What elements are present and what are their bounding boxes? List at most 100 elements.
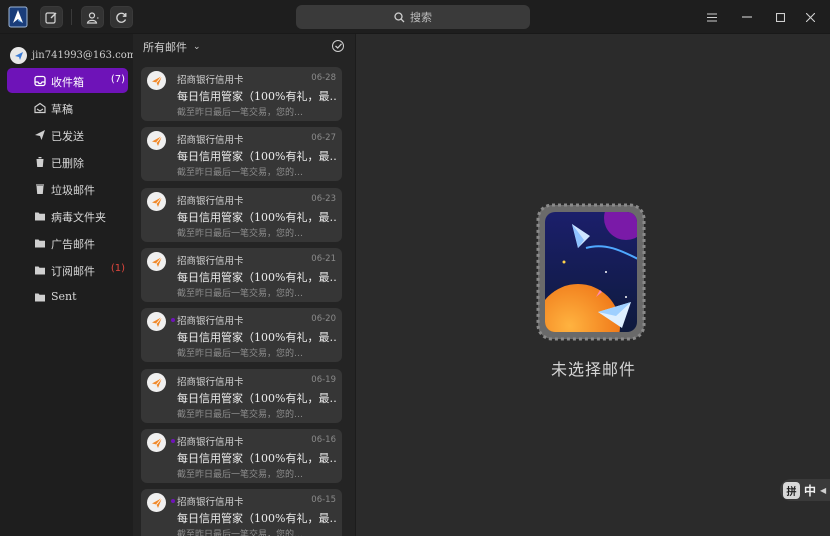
message-preview: 截至昨日最后一笔交易，您的… [177, 168, 304, 178]
message-subject: 每日信用管家（100%有礼，最… [177, 90, 337, 103]
sidebar-item-5[interactable]: 病毒文件夹 [7, 203, 128, 228]
paper-plane-icon [151, 256, 162, 267]
message-subject: 每日信用管家（100%有礼，最… [177, 392, 337, 405]
message-date: 06-15 [311, 495, 336, 505]
folder-label: 已发送 [51, 130, 84, 143]
search-icon [394, 11, 405, 22]
message-subject: 每日信用管家（100%有礼，最… [177, 211, 337, 224]
message-date: 06-23 [311, 194, 336, 204]
account-email: jin741993@163.com [32, 50, 137, 61]
paper-plane-icon [151, 196, 162, 207]
unread-dot [171, 318, 175, 322]
mail-filter-dropdown[interactable]: 所有邮件 ⌄ [143, 39, 201, 55]
sidebar-item-6[interactable]: 广告邮件 [7, 230, 128, 255]
message-sender: 招商银行信用卡 [177, 437, 244, 448]
list-item[interactable]: 招商银行信用卡 06-23 每日信用管家（100%有礼，最… 截至昨日最后一笔交易，您… [141, 188, 342, 242]
maximize-button[interactable] [772, 9, 788, 25]
message-sender: 招商银行信用卡 [177, 377, 244, 388]
app-logo-icon [8, 6, 28, 28]
sender-avatar [147, 131, 166, 150]
top-toolbar: 搜索 [0, 0, 830, 34]
message-date: 06-28 [311, 73, 336, 83]
sidebar-item-3[interactable]: 已删除 [7, 149, 128, 174]
paper-plane-icon [151, 497, 162, 508]
contacts-button[interactable] [81, 6, 104, 28]
close-button[interactable] [802, 9, 818, 25]
folder-label: 草稿 [51, 103, 73, 116]
sidebar-item-7[interactable]: 订阅邮件 (1) [7, 257, 128, 282]
message-preview: 截至昨日最后一笔交易，您的… [177, 108, 304, 118]
no-mail-selected-text: 未选择邮件 [550, 360, 636, 379]
unread-count-badge: (1) [110, 263, 125, 274]
list-item[interactable]: 招商银行信用卡 06-15 每日信用管家（100%有礼，最… 截至昨日最后一笔交易，您… [141, 489, 342, 536]
mail-filter-label: 所有邮件 [143, 41, 187, 54]
folder-icon [33, 290, 46, 303]
send-icon [33, 128, 46, 141]
message-sender: 招商银行信用卡 [177, 316, 244, 327]
list-item[interactable]: 招商银行信用卡 06-21 每日信用管家（100%有礼，最… 截至昨日最后一笔交易，您… [141, 248, 342, 302]
message-preview: 截至昨日最后一笔交易，您的… [177, 530, 304, 536]
message-date: 06-19 [311, 375, 336, 385]
folder-icon [33, 263, 46, 276]
check-icon [334, 43, 342, 49]
account-switcher[interactable]: jin741993@163.com ⌄ [10, 47, 149, 64]
folder-label: 订阅邮件 [51, 265, 95, 278]
compose-button[interactable] [40, 6, 63, 28]
sidebar-item-0[interactable]: 收件箱 (7) [7, 68, 128, 93]
chevron-left-icon: ◀ [820, 485, 827, 495]
message-sender: 招商银行信用卡 [177, 135, 244, 146]
ime-indicator[interactable]: 拼 中 ◀ [780, 479, 830, 501]
send-icon [14, 51, 23, 60]
list-item[interactable]: 招商银行信用卡 06-28 每日信用管家（100%有礼，最… 截至昨日最后一笔交易，您… [141, 67, 342, 121]
message-sender: 招商银行信用卡 [177, 196, 244, 207]
menu-button[interactable] [704, 9, 720, 25]
folder-label: 垃圾邮件 [51, 184, 95, 197]
message-list: 所有邮件 ⌄ 招商银行信用卡 06-28 每日信用管家（100%有礼，最… 截至昨日最… [133, 34, 355, 536]
unread-dot [171, 439, 175, 443]
message-subject: 每日信用管家（100%有礼，最… [177, 331, 337, 344]
paper-plane-icon [151, 75, 162, 86]
list-item[interactable]: 招商银行信用卡 06-19 每日信用管家（100%有礼，最… 截至昨日最后一笔交易，您… [141, 369, 342, 423]
folder-label: 广告邮件 [51, 238, 95, 251]
maximize-icon [775, 12, 785, 22]
select-all-button[interactable] [332, 40, 344, 52]
minimize-button[interactable] [739, 9, 755, 25]
account-avatar [10, 47, 27, 64]
message-subject: 每日信用管家（100%有礼，最… [177, 150, 337, 163]
list-item[interactable]: 招商银行信用卡 06-16 每日信用管家（100%有礼，最… 截至昨日最后一笔交易，您… [141, 429, 342, 483]
message-preview: 截至昨日最后一笔交易，您的… [177, 349, 304, 359]
search-box[interactable]: 搜索 [296, 5, 530, 29]
sender-avatar [147, 71, 166, 90]
no-mail-stamp-illustration [536, 202, 646, 342]
sidebar-item-1[interactable]: 草稿 [7, 95, 128, 120]
refresh-button[interactable] [110, 6, 133, 28]
message-preview: 截至昨日最后一笔交易，您的… [177, 470, 304, 480]
contacts-icon [86, 11, 99, 24]
sidebar-item-4[interactable]: 垃圾邮件 [7, 176, 128, 201]
message-sender: 招商银行信用卡 [177, 75, 244, 86]
folder-label: 收件箱 [51, 76, 84, 89]
search-placeholder: 搜索 [410, 11, 432, 24]
message-preview: 截至昨日最后一笔交易，您的… [177, 410, 304, 420]
hamburger-icon [707, 12, 717, 22]
sender-avatar [147, 312, 166, 331]
spam-icon [33, 182, 46, 195]
folder-label: 已删除 [51, 157, 84, 170]
chevron-down-icon: ⌄ [193, 42, 201, 52]
close-icon [805, 12, 815, 22]
paper-plane-icon [151, 377, 162, 388]
message-subject: 每日信用管家（100%有礼，最… [177, 452, 337, 465]
sender-avatar [147, 252, 166, 271]
sidebar-item-8[interactable]: Sent [7, 284, 128, 309]
ime-mode-label: 中 [804, 483, 817, 498]
list-item[interactable]: 招商银行信用卡 06-20 每日信用管家（100%有礼，最… 截至昨日最后一笔交易，您… [141, 308, 342, 362]
message-date: 06-27 [311, 133, 336, 143]
draft-icon [33, 101, 46, 114]
paper-plane-icon [151, 437, 162, 448]
sidebar-item-2[interactable]: 已发送 [7, 122, 128, 147]
message-subject: 每日信用管家（100%有礼，最… [177, 271, 337, 284]
trash-icon [33, 155, 46, 168]
list-item[interactable]: 招商银行信用卡 06-27 每日信用管家（100%有礼，最… 截至昨日最后一笔交易，您… [141, 127, 342, 181]
paper-plane-icon [151, 135, 162, 146]
sender-avatar [147, 433, 166, 452]
